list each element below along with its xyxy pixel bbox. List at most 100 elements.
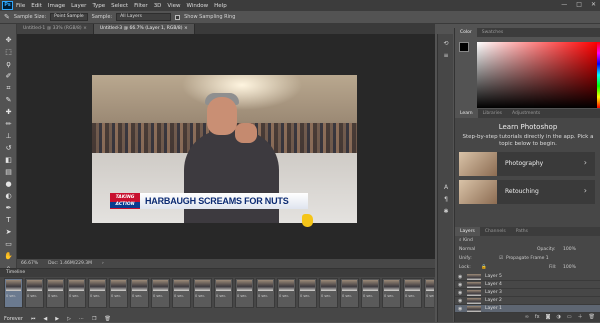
status-arrow-icon[interactable]: ›: [102, 261, 104, 266]
foreground-color-swatch[interactable]: [459, 42, 469, 52]
gradient-tool-icon[interactable]: ▤: [4, 168, 13, 176]
frame-duration[interactable]: 0 sec.: [426, 294, 434, 298]
timeline-frame[interactable]: 0 sec.: [277, 278, 296, 308]
tab-channels[interactable]: Channels: [480, 227, 511, 236]
dodge-tool-icon[interactable]: ◐: [4, 192, 13, 200]
timeline-frame[interactable]: 0 sec.: [424, 278, 434, 308]
menu-window[interactable]: Window: [186, 3, 208, 9]
type-tool-icon[interactable]: T: [4, 216, 13, 224]
frame-duration[interactable]: 0 sec.: [384, 294, 394, 298]
loop-select[interactable]: Forever: [4, 316, 23, 322]
timeline-frame[interactable]: 0 sec.: [319, 278, 338, 308]
timeline-frame[interactable]: 0 sec.: [340, 278, 359, 308]
timeline-frame[interactable]: 0 sec.: [235, 278, 254, 308]
menu-edit[interactable]: Edit: [31, 3, 42, 9]
menu-image[interactable]: Image: [48, 3, 65, 9]
fill-value[interactable]: 100%: [563, 264, 576, 272]
frame-duration[interactable]: 0 sec.: [195, 294, 205, 298]
timeline-frame[interactable]: 0 sec.: [151, 278, 170, 308]
menu-view[interactable]: View: [167, 3, 180, 9]
visibility-eye-icon[interactable]: ◉: [458, 305, 462, 313]
menu-help[interactable]: Help: [214, 3, 227, 9]
prev-frame-icon[interactable]: ◀: [43, 316, 47, 322]
visibility-eye-icon[interactable]: ◉: [458, 281, 462, 289]
tab-libraries[interactable]: Libraries: [478, 109, 507, 118]
new-layer-icon[interactable]: ＋: [578, 313, 583, 322]
layer-row[interactable]: ◉ Layer 3: [455, 289, 600, 297]
layer-row[interactable]: ◉ Layer 1: [455, 305, 600, 313]
eyedropper-icon[interactable]: ✎: [4, 13, 10, 21]
visibility-eye-icon[interactable]: ◉: [458, 297, 462, 305]
frame-duration[interactable]: 0 sec.: [216, 294, 226, 298]
tab-untitled-1[interactable]: Untitled-1 @ 33% (RGB/8) ×: [17, 24, 94, 34]
folder-icon[interactable]: ▭: [567, 313, 572, 322]
blend-mode-select[interactable]: Normal: [459, 247, 475, 252]
frame-duration[interactable]: 0 sec.: [174, 294, 184, 298]
character-icon[interactable]: A: [442, 184, 450, 191]
learn-card-photography[interactable]: Photography ›: [459, 152, 595, 176]
timeline-frame[interactable]: 0 sec.: [172, 278, 191, 308]
lasso-tool-icon[interactable]: ϙ: [4, 60, 13, 68]
timeline-frame[interactable]: 0 sec.: [298, 278, 317, 308]
frame-duration[interactable]: 0 sec.: [237, 294, 247, 298]
path-select-tool-icon[interactable]: ➤: [4, 228, 13, 236]
frame-duration[interactable]: 0 sec.: [321, 294, 331, 298]
frame-duration[interactable]: 0 sec.: [279, 294, 289, 298]
play-icon[interactable]: ▶: [55, 316, 59, 322]
menu-file[interactable]: File: [16, 3, 25, 9]
layer-row[interactable]: ◉ Layer 2: [455, 297, 600, 305]
zoom-level[interactable]: 66.67%: [21, 261, 38, 266]
frame-duration[interactable]: 0 sec.: [363, 294, 373, 298]
lock-icon[interactable]: 🔒: [481, 264, 487, 272]
glyphs-icon[interactable]: ✱: [442, 208, 450, 215]
first-frame-icon[interactable]: ⏮: [31, 316, 36, 322]
frame-duration[interactable]: 0 sec.: [342, 294, 352, 298]
frame-duration[interactable]: 0 sec.: [69, 294, 79, 298]
menu-select[interactable]: Select: [111, 3, 128, 9]
move-tool-icon[interactable]: ✥: [4, 36, 13, 44]
timeline-frame[interactable]: 0 sec.: [46, 278, 65, 308]
link-icon[interactable]: ∞: [525, 313, 529, 322]
trash-icon[interactable]: 🗑: [589, 313, 595, 322]
timeline-frame[interactable]: 0 sec.: [403, 278, 422, 308]
tab-swatches[interactable]: Swatches: [477, 28, 509, 37]
mask-icon[interactable]: ◙: [546, 313, 551, 322]
properties-icon[interactable]: ≡: [442, 52, 450, 59]
timeline-frame[interactable]: 0 sec.: [25, 278, 44, 308]
show-sampling-ring-checkbox[interactable]: [175, 14, 181, 20]
frame-duration[interactable]: 0 sec.: [300, 294, 310, 298]
frame-duration[interactable]: 0 sec.: [258, 294, 268, 298]
sample-select[interactable]: All Layers: [116, 13, 172, 21]
timeline-frame[interactable]: 0 sec.: [130, 278, 149, 308]
quick-select-tool-icon[interactable]: ✐: [4, 72, 13, 80]
frame-duration[interactable]: 0 sec.: [132, 294, 142, 298]
tab-adjustments[interactable]: Adjustments: [507, 109, 545, 118]
history-brush-tool-icon[interactable]: ↺: [4, 144, 13, 152]
paragraph-icon[interactable]: ¶: [442, 196, 450, 203]
tab-color[interactable]: Color: [455, 28, 477, 37]
blur-tool-icon[interactable]: ●: [4, 180, 13, 188]
tween-icon[interactable]: ⋯: [79, 316, 84, 322]
menu-3d[interactable]: 3D: [154, 3, 162, 9]
clone-stamp-tool-icon[interactable]: ⊥: [4, 132, 13, 140]
marquee-tool-icon[interactable]: ⬚: [4, 48, 13, 56]
timeline-frame[interactable]: 0 sec.: [214, 278, 233, 308]
tab-layers[interactable]: Layers: [455, 227, 480, 236]
brush-tool-icon[interactable]: ✏: [4, 120, 13, 128]
delete-frame-icon[interactable]: 🗑: [104, 316, 110, 322]
layer-filter-row[interactable]: ⌕ Kind: [459, 237, 597, 245]
propagate-checkbox[interactable]: ☑: [499, 255, 503, 263]
frame-duration[interactable]: 0 sec.: [6, 294, 16, 298]
menu-filter[interactable]: Filter: [134, 3, 148, 9]
timeline-frame[interactable]: 0 sec.: [88, 278, 107, 308]
visibility-eye-icon[interactable]: ◉: [458, 273, 462, 281]
timeline-frame[interactable]: 0 sec.: [382, 278, 401, 308]
close-button[interactable]: ✕: [591, 1, 596, 8]
maximize-button[interactable]: □: [576, 1, 582, 8]
menu-layer[interactable]: Layer: [71, 3, 86, 9]
visibility-eye-icon[interactable]: ◉: [458, 289, 462, 297]
eraser-tool-icon[interactable]: ◧: [4, 156, 13, 164]
frame-duration[interactable]: 0 sec.: [27, 294, 37, 298]
timeline-frame[interactable]: 0 sec.: [256, 278, 275, 308]
adjustment-icon[interactable]: ◑: [557, 313, 561, 322]
